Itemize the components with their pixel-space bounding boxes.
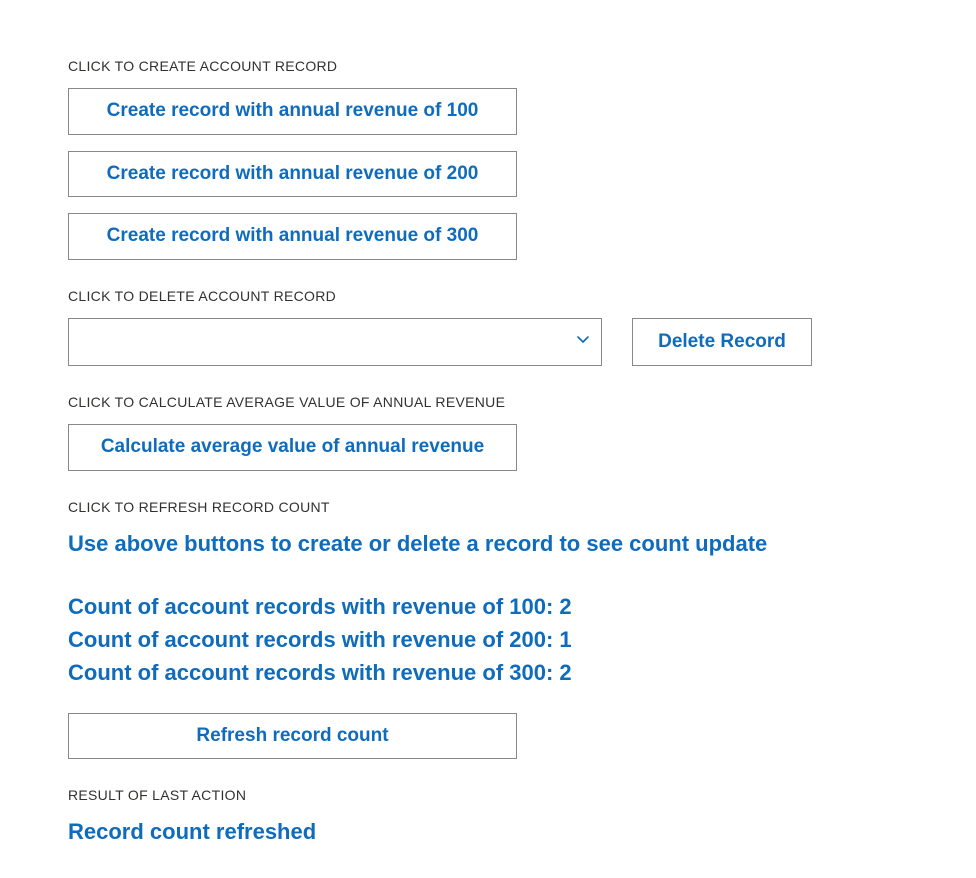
- result-text: Record count refreshed: [68, 817, 908, 848]
- create-section-heading: CLICK TO CREATE ACCOUNT RECORD: [68, 58, 908, 74]
- result-section-heading: RESULT OF LAST ACTION: [68, 787, 908, 803]
- refresh-count-button[interactable]: Refresh record count: [68, 713, 517, 760]
- calculate-section-heading: CLICK TO CALCULATE AVERAGE VALUE OF ANNU…: [68, 394, 908, 410]
- record-select[interactable]: [68, 318, 602, 366]
- delete-section-heading: CLICK TO DELETE ACCOUNT RECORD: [68, 288, 908, 304]
- count-group: Count of account records with revenue of…: [68, 590, 908, 689]
- create-record-100-button[interactable]: Create record with annual revenue of 100: [68, 88, 517, 135]
- record-select-wrap: [68, 318, 602, 366]
- delete-row: Delete Record: [68, 318, 908, 366]
- count-line-100: Count of account records with revenue of…: [68, 590, 908, 623]
- create-record-300-button[interactable]: Create record with annual revenue of 300: [68, 213, 517, 260]
- count-line-300: Count of account records with revenue of…: [68, 656, 908, 689]
- calculate-average-button[interactable]: Calculate average value of annual revenu…: [68, 424, 517, 471]
- create-record-200-button[interactable]: Create record with annual revenue of 200: [68, 151, 517, 198]
- delete-record-button[interactable]: Delete Record: [632, 318, 812, 366]
- refresh-section-heading: CLICK TO REFRESH RECORD COUNT: [68, 499, 908, 515]
- count-line-200: Count of account records with revenue of…: [68, 623, 908, 656]
- refresh-info-text: Use above buttons to create or delete a …: [68, 529, 908, 560]
